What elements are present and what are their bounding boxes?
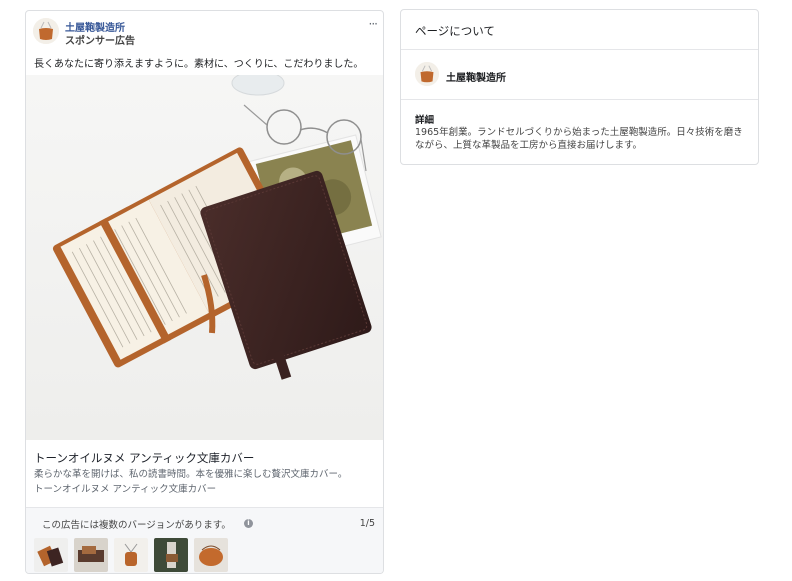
version-thumbnail-5[interactable] bbox=[194, 538, 228, 572]
version-counter: 1/5 bbox=[359, 518, 375, 529]
versions-notice: この広告には複数のバージョンがあります。 bbox=[42, 520, 231, 531]
more-options-icon[interactable]: ··· bbox=[369, 17, 379, 31]
version-thumbnail-4[interactable] bbox=[154, 538, 188, 572]
ad-versions-panel: この広告には複数のバージョンがあります。 i 1/5 bbox=[26, 508, 383, 573]
page-row[interactable]: 土屋鞄製造所 bbox=[401, 50, 758, 100]
ad-image[interactable] bbox=[26, 75, 383, 440]
ad-header: 土屋鞄製造所 スポンサー広告 ··· bbox=[26, 11, 383, 51]
version-thumbnail-2[interactable] bbox=[74, 538, 108, 572]
page-logo-icon[interactable] bbox=[33, 18, 59, 44]
ad-preview-card: 土屋鞄製造所 スポンサー広告 ··· 長くあなたに寄り添えますように。素材に、つ… bbox=[25, 10, 384, 574]
link-description: 柔らかな革を開けば、私の読書時間。本を優雅に楽しむ贅沢文庫カバー。 bbox=[34, 469, 348, 480]
about-page-name[interactable]: 土屋鞄製造所 bbox=[446, 69, 506, 84]
page-logo-icon[interactable] bbox=[415, 62, 439, 86]
version-thumbnail-1[interactable] bbox=[34, 538, 68, 572]
details-label: 詳細 bbox=[415, 115, 435, 126]
version-thumbnail-3[interactable] bbox=[114, 538, 148, 572]
link-caption: トーンオイルヌメ アンティック文庫カバー bbox=[34, 484, 217, 495]
link-title[interactable]: トーンオイルヌメ アンティック文庫カバー bbox=[34, 450, 254, 466]
details-text: 1965年創業。ランドセルづくりから始まった土屋鞄製造所。日々技術を磨きながら、… bbox=[415, 127, 743, 151]
about-header: ページについて bbox=[401, 10, 758, 50]
info-icon[interactable]: i bbox=[244, 519, 253, 528]
sponsored-label: スポンサー広告 bbox=[65, 36, 135, 47]
about-title: ページについて bbox=[415, 24, 495, 38]
about-page-card: ページについて 土屋鞄製造所 詳細 1965年創業。ランドセルづくりから始まった… bbox=[400, 9, 759, 165]
link-preview[interactable]: トーンオイルヌメ アンティック文庫カバー 柔らかな革を開けば、私の読書時間。本を… bbox=[26, 440, 383, 508]
ad-primary-text: 長くあなたに寄り添えますように。素材に、つくりに、こだわりました。 bbox=[34, 59, 364, 70]
